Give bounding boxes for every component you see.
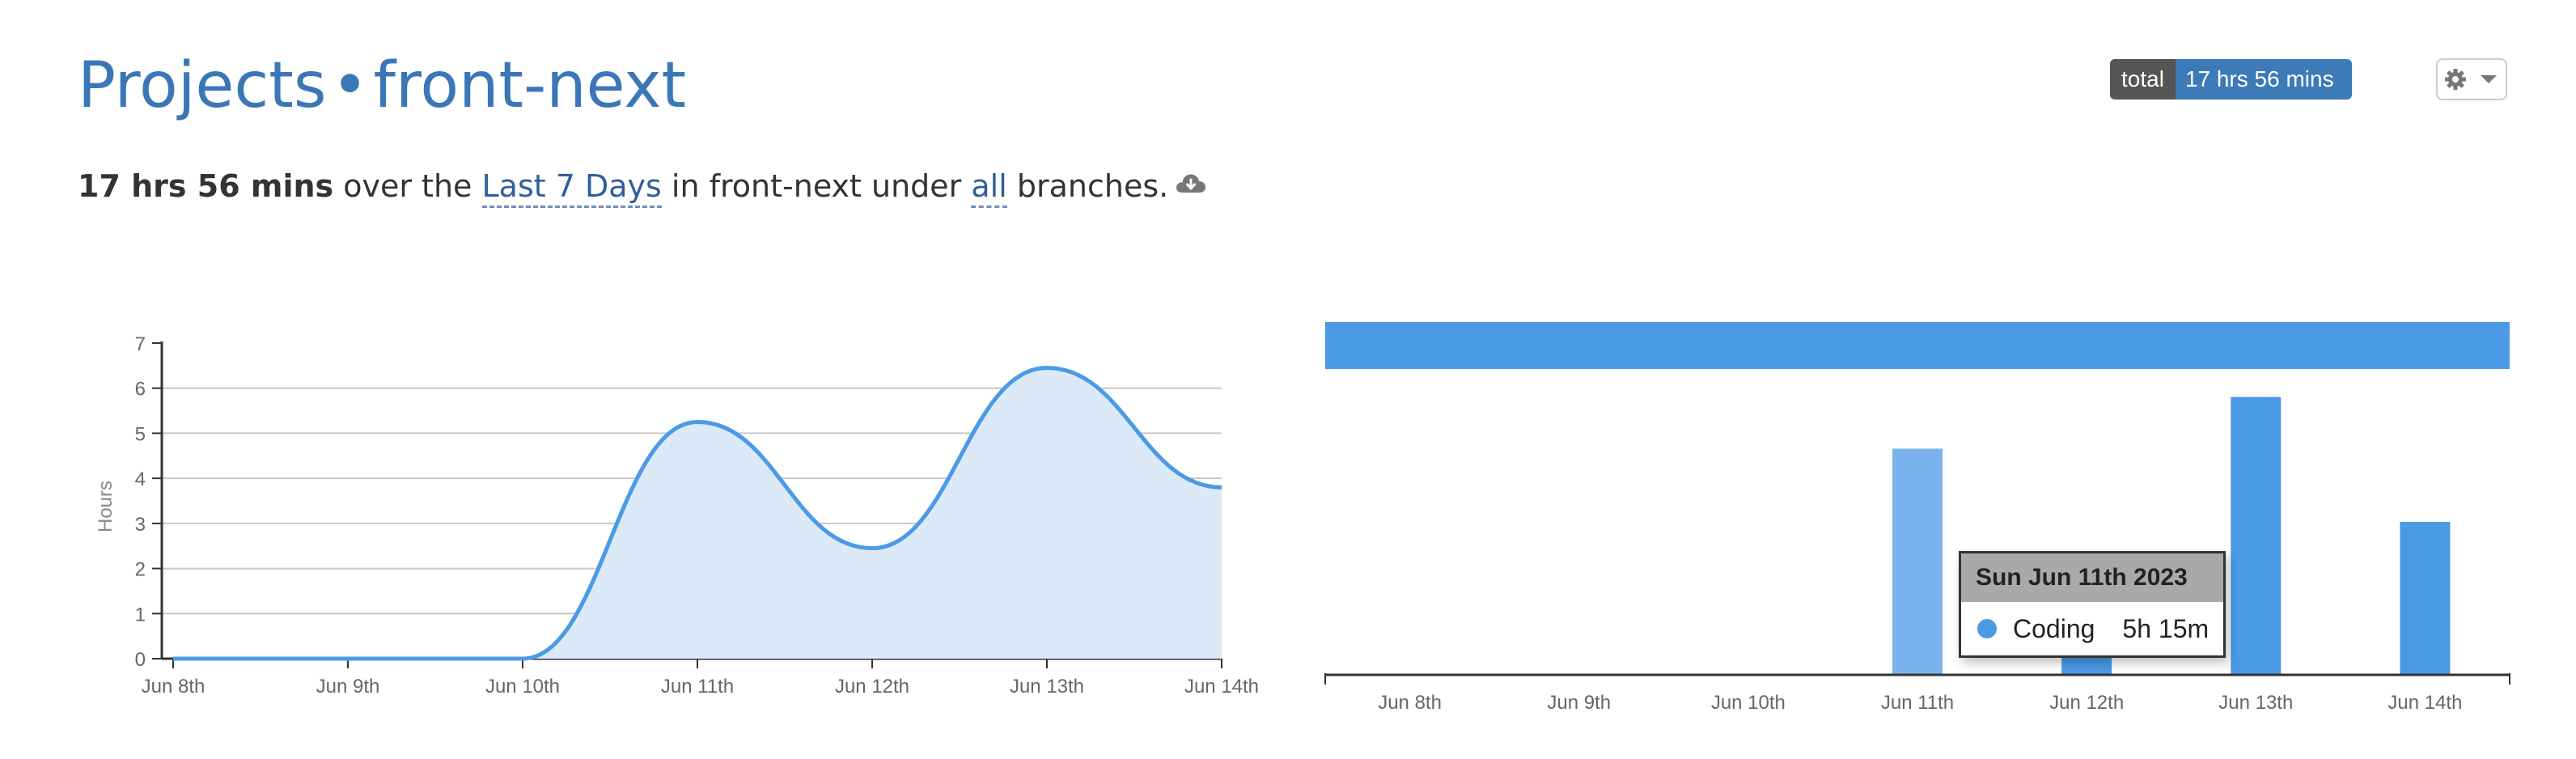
- y-tick-label: 3: [135, 514, 146, 536]
- y-tick-label: 2: [135, 559, 146, 581]
- x-tick-label: Jun 10th: [1711, 692, 1786, 714]
- y-tick-label: 1: [135, 604, 146, 625]
- total-badge-label: total: [2110, 59, 2176, 100]
- bar: [2231, 396, 2282, 675]
- cloud-download-icon[interactable]: [1175, 161, 1207, 210]
- y-tick-label: 5: [135, 423, 146, 445]
- x-tick-label: Jun 13th: [2218, 692, 2293, 714]
- projects-link[interactable]: Projects: [78, 49, 327, 122]
- summary-line: 17 hrs 56 mins over the Last 7 Days in f…: [78, 162, 1207, 210]
- total-badge-value: 17 hrs 56 mins: [2175, 59, 2352, 100]
- x-tick-label: Jun 9th: [316, 676, 380, 698]
- y-axis-label: Hours: [95, 481, 117, 532]
- summary-text-over: over the: [333, 168, 482, 204]
- total-time-badge: total 17 hrs 56 mins: [2110, 59, 2352, 100]
- branch-filter-link[interactable]: all: [971, 168, 1007, 208]
- summary-text-branches: branches.: [1006, 168, 1169, 204]
- x-tick-label: Jun 14th: [2387, 692, 2462, 714]
- x-tick-label: Jun 8th: [142, 676, 205, 698]
- y-tick-label: 6: [135, 379, 146, 401]
- tooltip-row: Coding 5h 15m: [1961, 602, 2223, 655]
- chart-tooltip: Sun Jun 11th 2023 Coding 5h 15m: [1959, 551, 2226, 658]
- x-tick-label: Jun 12th: [835, 676, 909, 698]
- caret-down-icon: [2481, 75, 2497, 83]
- y-tick-label: 7: [135, 333, 146, 355]
- settings-dropdown-button[interactable]: [2436, 58, 2507, 100]
- page-title: Projects•front-next: [78, 47, 686, 125]
- tooltip-duration: 5h 15m: [2122, 613, 2210, 643]
- x-tick-label: Jun 13th: [1010, 676, 1084, 698]
- x-tick-label: Jun 14th: [1184, 676, 1259, 698]
- date-range-link[interactable]: Last 7 Days: [481, 168, 662, 208]
- tooltip-category: Coding: [2013, 613, 2095, 643]
- x-tick-label: Jun 11th: [1881, 692, 1954, 714]
- y-tick-label: 0: [135, 649, 146, 671]
- area-fill: [173, 367, 1222, 659]
- x-tick-label: Jun 12th: [2049, 692, 2124, 714]
- x-tick-label: Jun 10th: [485, 676, 560, 698]
- tooltip-date: Sun Jun 11th 2023: [1961, 553, 2223, 602]
- summary-text-in: in front-next under: [661, 168, 972, 204]
- bar: [2400, 521, 2451, 675]
- x-tick-label: Jun 9th: [1547, 692, 1611, 714]
- y-tick-label: 4: [135, 469, 146, 490]
- x-tick-label: Jun 8th: [1378, 692, 1442, 714]
- title-separator: •: [331, 49, 369, 122]
- tooltip-series-dot: [1977, 619, 1997, 638]
- legend-bar: [1325, 322, 2510, 369]
- hours-area-chart: 0 1 2 3 4 5 6 7 Hours Jun 8th Jun 9th Jun 10th Jun 1…: [95, 333, 1259, 698]
- daily-bar-chart: Jun 8th Jun 9th Jun 10th Jun 11th Jun 12th Ju…: [1324, 322, 2510, 714]
- bar: [1892, 448, 1943, 675]
- project-name-link[interactable]: front-next: [374, 49, 687, 122]
- gear-icon: [2445, 69, 2466, 90]
- summary-total: 17 hrs 56 mins: [78, 168, 334, 204]
- x-tick-label: Jun 11th: [661, 676, 734, 698]
